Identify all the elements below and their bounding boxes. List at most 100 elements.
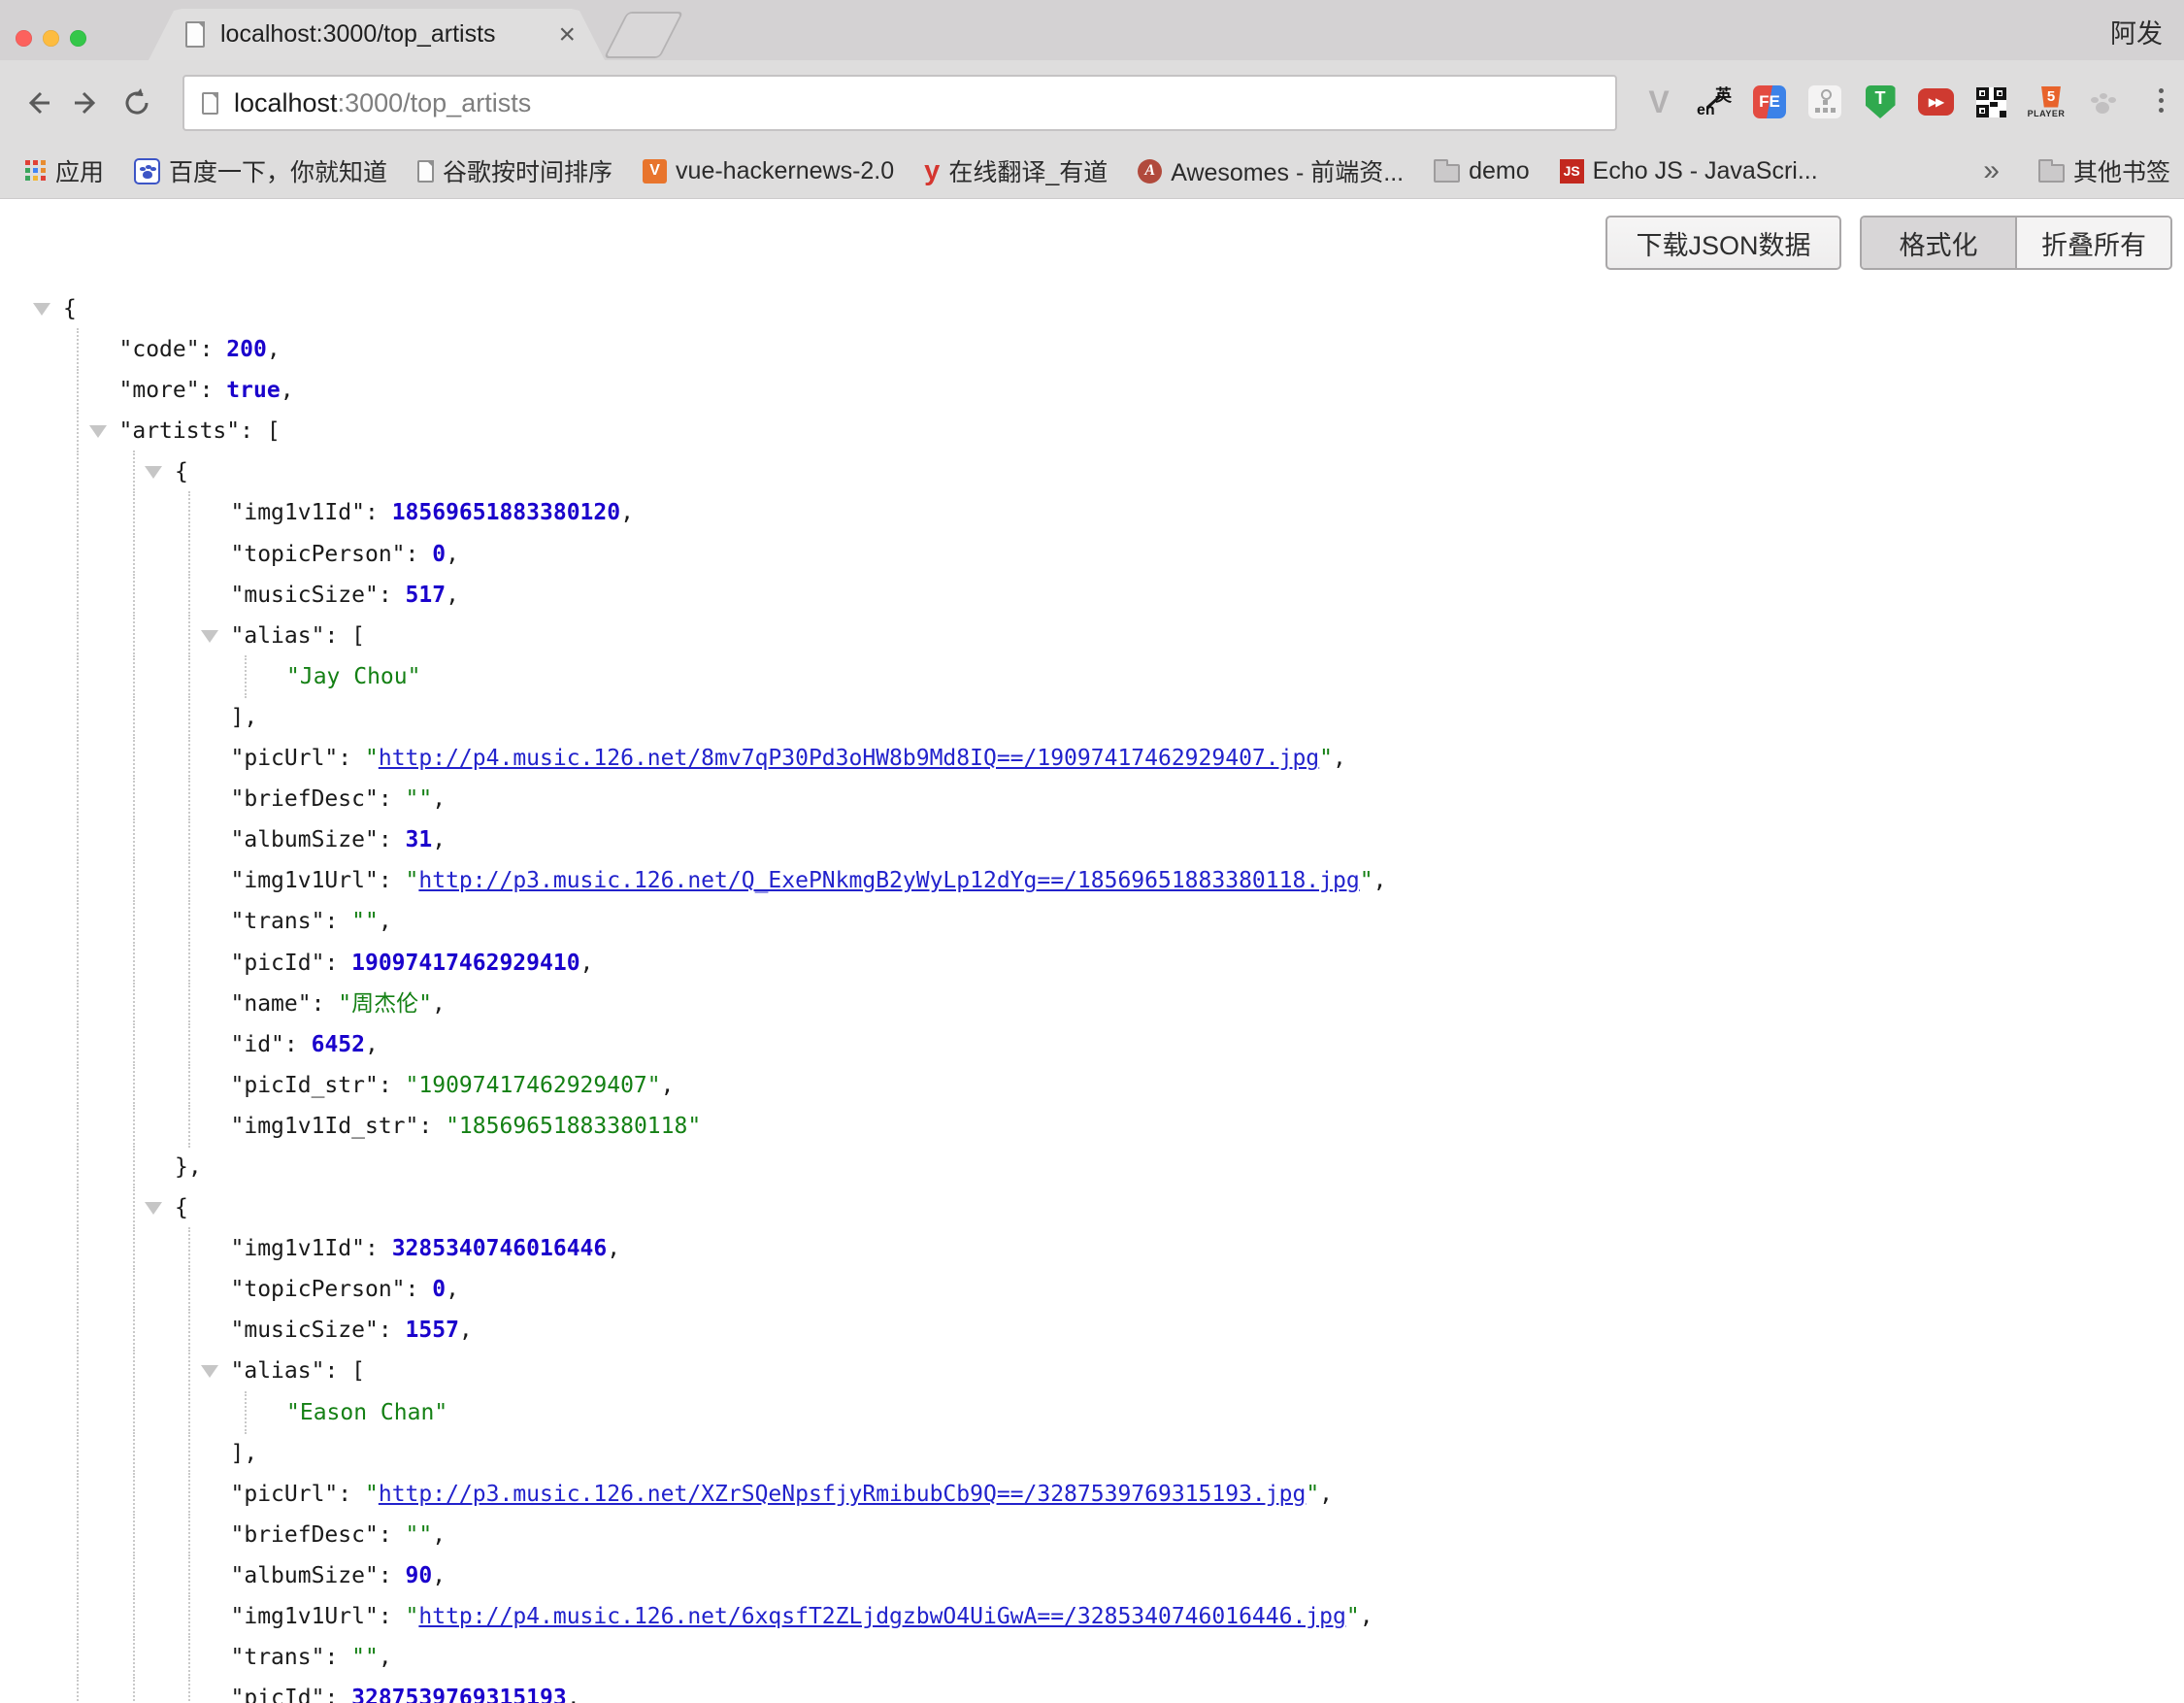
new-tab-button[interactable] — [604, 12, 683, 58]
bookmarks-right-group: » 其他书签 — [1983, 144, 2170, 198]
indent-guide — [133, 1514, 135, 1556]
chrome-menu-button[interactable] — [2151, 88, 2170, 117]
json-url-link[interactable]: http://p4.music.126.net/6xqsfT2ZLjdgzbwO… — [418, 1604, 1345, 1629]
icon-text: 5 — [2041, 86, 2061, 108]
expander-triangle-icon[interactable] — [201, 630, 218, 643]
paw-button[interactable] — [2081, 79, 2122, 125]
json-punctuation: , — [379, 909, 392, 934]
bookmark-label: 应用 — [55, 153, 104, 188]
json-line: { — [0, 1187, 2184, 1228]
json-line: "albumSize": 31, — [0, 819, 2184, 860]
bookmark-item[interactable]: AAwesomes - 前端资... — [1138, 153, 1404, 188]
html5player-button[interactable]: 5PLAYER — [2026, 79, 2067, 125]
indent-guide — [77, 655, 79, 698]
indent-guide — [77, 451, 79, 493]
json-punctuation: : — [406, 1277, 433, 1302]
json-punctuation: : — [324, 1645, 351, 1670]
fastforward-button[interactable]: ▶▶ — [1915, 79, 1956, 125]
bookmark-item[interactable]: y在线翻译_有道 — [924, 153, 1108, 188]
indent-guide — [133, 1677, 135, 1703]
json-key: "more" — [119, 378, 200, 403]
json-punctuation: : — [418, 1114, 446, 1139]
qrcode-button[interactable] — [1970, 79, 2011, 125]
vue-devtools-button[interactable]: V — [1638, 79, 1679, 125]
back-button[interactable] — [21, 86, 54, 119]
json-key: "briefDesc" — [231, 1522, 379, 1548]
json-punctuation: : — [365, 500, 392, 525]
indent-guide — [188, 1514, 190, 1556]
json-punctuation: : — [406, 542, 433, 567]
json-url-link[interactable]: http://p3.music.126.net/Q_ExePNkmgB2yWyL… — [418, 868, 1359, 893]
vue-icon: V — [643, 159, 667, 184]
profile-name[interactable]: 阿发 — [2110, 13, 2163, 50]
url-path: :3000/top_artists — [338, 88, 532, 118]
reload-icon — [121, 87, 152, 118]
bookmark-item[interactable]: 谷歌按时间排序 — [417, 153, 612, 188]
zoom-window-button[interactable] — [70, 30, 86, 47]
reload-button[interactable] — [120, 86, 153, 119]
json-punctuation: : — [379, 1073, 406, 1098]
url-input[interactable]: localhost :3000/top_artists — [182, 75, 1617, 131]
tampermonkey-button[interactable]: T — [1860, 79, 1901, 125]
json-punctuation: , — [432, 1563, 446, 1588]
bookmark-item[interactable]: JSEcho JS - JavaScri... — [1560, 157, 1818, 185]
indent-guide — [188, 1677, 190, 1703]
json-punctuation: : [ — [324, 1358, 365, 1384]
icon-text: ▶▶ — [1929, 95, 1942, 109]
collapse-all-button[interactable]: 折叠所有 — [2017, 217, 2170, 268]
json-punctuation: { — [175, 459, 188, 484]
json-line: "picId_str": "19097417462929407", — [0, 1065, 2184, 1106]
indent-guide — [133, 1105, 135, 1148]
folder-icon — [1434, 164, 1460, 183]
json-line: { — [0, 288, 2184, 329]
download-json-button[interactable]: 下载JSON数据 — [1605, 216, 1841, 270]
json-key: "musicSize" — [231, 1318, 379, 1343]
json-string: "" — [406, 1522, 433, 1548]
json-line: "musicSize": 517, — [0, 575, 2184, 616]
bookmark-item[interactable]: 应用 — [25, 153, 104, 188]
bookmarks-overflow-chevron[interactable]: » — [1983, 154, 2000, 187]
expander-triangle-icon[interactable] — [33, 303, 50, 316]
minimize-window-button[interactable] — [43, 30, 59, 47]
expander-triangle-icon[interactable] — [89, 425, 107, 438]
bookmark-item[interactable]: Vvue-hackernews-2.0 — [643, 157, 894, 185]
other-bookmarks-folder[interactable]: 其他书签 — [2038, 153, 2170, 188]
json-punctuation: ], — [231, 705, 258, 730]
json-line: "more": true, — [0, 370, 2184, 411]
bookmark-item[interactable]: demo — [1434, 157, 1530, 185]
json-line: "musicSize": 1557, — [0, 1310, 2184, 1351]
json-line: "topicPerson": 0, — [0, 1269, 2184, 1310]
json-punctuation: { — [175, 1195, 188, 1220]
echojs-icon: JS — [1560, 159, 1584, 184]
indent-guide — [133, 1595, 135, 1638]
expander-triangle-icon[interactable] — [145, 466, 162, 479]
bookmark-item[interactable]: 百度一下，你就知道 — [134, 153, 387, 188]
expander-triangle-icon[interactable] — [145, 1202, 162, 1215]
json-url-link[interactable]: http://p4.music.126.net/8mv7qP30Pd3oHW8b… — [379, 746, 1319, 771]
indent-guide — [133, 1554, 135, 1597]
json-line: }, — [0, 1147, 2184, 1187]
fe-button[interactable]: FE — [1749, 79, 1790, 125]
indent-guide — [188, 1350, 190, 1392]
translate-button[interactable]: en英 — [1694, 79, 1735, 125]
json-key: "albumSize" — [231, 827, 379, 852]
indent-guide — [77, 1146, 79, 1188]
close-window-button[interactable] — [16, 30, 32, 47]
indent-guide — [133, 1186, 135, 1229]
json-punctuation: ], — [231, 1441, 258, 1466]
sitemap-button[interactable] — [1804, 79, 1845, 125]
expander-triangle-icon[interactable] — [201, 1365, 218, 1378]
indent-guide — [188, 574, 190, 617]
indent-guide — [188, 1064, 190, 1107]
json-string: "周杰伦" — [338, 991, 432, 1017]
json-key: "topicPerson" — [231, 542, 406, 567]
json-line: "picUrl": "http://p4.music.126.net/8mv7q… — [0, 738, 2184, 779]
tab-close-icon[interactable]: × — [558, 20, 576, 50]
json-url-link[interactable]: http://p3.music.126.net/XZrSQeNpsfjyRmib… — [379, 1482, 1306, 1507]
browser-tab[interactable]: localhost:3000/top_artists × — [149, 9, 605, 60]
indent-guide — [133, 574, 135, 617]
indent-guide — [133, 533, 135, 576]
json-line: "code": 200, — [0, 329, 2184, 370]
forward-button[interactable] — [70, 86, 103, 119]
format-button[interactable]: 格式化 — [1862, 217, 2017, 268]
